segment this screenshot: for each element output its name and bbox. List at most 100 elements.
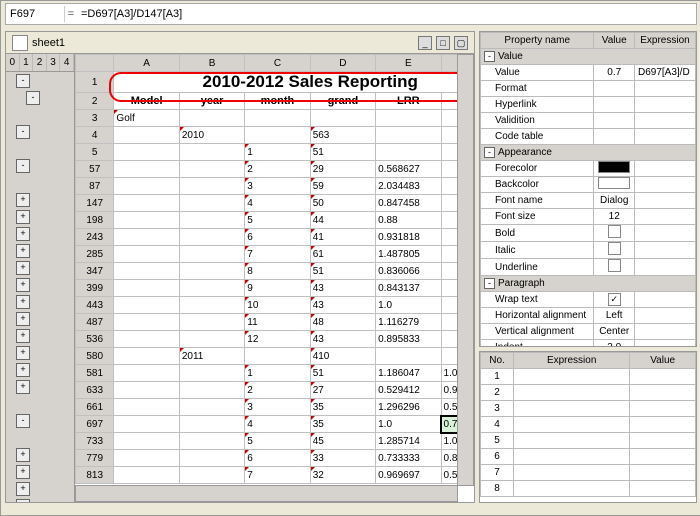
outline-toggle[interactable]: +: [16, 363, 30, 377]
outline-level-4[interactable]: 4: [60, 54, 74, 71]
cell[interactable]: [114, 212, 179, 229]
col-header-B[interactable]: B: [179, 55, 244, 72]
cell[interactable]: 51: [310, 144, 375, 161]
prop-value[interactable]: [594, 177, 635, 193]
outline-toggle[interactable]: -: [16, 125, 30, 139]
row-header[interactable]: 285: [76, 246, 114, 263]
cell[interactable]: [114, 399, 179, 416]
row-header[interactable]: 443: [76, 297, 114, 314]
expr-expression[interactable]: [514, 401, 630, 417]
row-header[interactable]: 580: [76, 348, 114, 365]
cell[interactable]: 410: [310, 348, 375, 365]
outline-toggle[interactable]: +: [16, 278, 30, 292]
expr-value[interactable]: [630, 433, 696, 449]
row-header[interactable]: 779: [76, 450, 114, 467]
cell[interactable]: [179, 161, 244, 178]
cell[interactable]: 0.843137: [376, 280, 441, 297]
cell[interactable]: 50: [310, 195, 375, 212]
prop-value[interactable]: Dialog: [594, 193, 635, 209]
cell[interactable]: [114, 297, 179, 314]
cell[interactable]: 12: [245, 331, 310, 348]
restore-icon[interactable]: □: [436, 36, 450, 50]
cell[interactable]: [179, 212, 244, 229]
cell[interactable]: 61: [310, 246, 375, 263]
expr-expression[interactable]: [514, 417, 630, 433]
cell[interactable]: 2: [245, 161, 310, 178]
row-header[interactable]: 3: [76, 110, 114, 127]
outline-level-1[interactable]: 1: [20, 54, 34, 71]
prop-value[interactable]: 12: [594, 209, 635, 225]
cell[interactable]: [114, 178, 179, 195]
expr-expression[interactable]: [514, 481, 630, 497]
prop-value[interactable]: Center: [594, 324, 635, 340]
prop-group[interactable]: -Appearance: [481, 145, 696, 161]
outline-toggle[interactable]: +: [16, 465, 30, 479]
corner-cell[interactable]: [76, 55, 114, 72]
expr-value[interactable]: [630, 449, 696, 465]
prop-value[interactable]: [594, 225, 635, 242]
cell[interactable]: 27: [310, 382, 375, 399]
prop-value[interactable]: [594, 129, 635, 145]
prop-value[interactable]: 0.7: [594, 65, 635, 81]
spreadsheet-grid[interactable]: ABCDEF12010-2012 Sales Reporting2Modelye…: [75, 54, 474, 502]
cell[interactable]: [114, 365, 179, 382]
cell[interactable]: 35: [310, 416, 375, 433]
prop-group[interactable]: -Paragraph: [481, 276, 696, 292]
cell[interactable]: [114, 263, 179, 280]
outline-toggle[interactable]: +: [16, 227, 30, 241]
prop-group[interactable]: -Value: [481, 49, 696, 65]
cell[interactable]: 41: [310, 229, 375, 246]
cell[interactable]: 6: [245, 450, 310, 467]
cell[interactable]: [179, 178, 244, 195]
cell[interactable]: [179, 399, 244, 416]
cell[interactable]: [376, 348, 441, 365]
cell[interactable]: 563: [310, 127, 375, 144]
outline-pane[interactable]: 01234 ----++++++++++++-+++++++: [6, 54, 75, 502]
cell[interactable]: 7: [245, 467, 310, 484]
row-header[interactable]: 347: [76, 263, 114, 280]
cell[interactable]: [179, 246, 244, 263]
outline-level-2[interactable]: 2: [33, 54, 47, 71]
expr-expression[interactable]: [514, 385, 630, 401]
cell[interactable]: [114, 161, 179, 178]
prop-expr[interactable]: [634, 81, 695, 97]
cell[interactable]: 43: [310, 280, 375, 297]
cell[interactable]: [114, 195, 179, 212]
cell[interactable]: 7: [245, 246, 310, 263]
cell[interactable]: [179, 263, 244, 280]
minimize-icon[interactable]: _: [418, 36, 432, 50]
cell[interactable]: [179, 297, 244, 314]
cell[interactable]: [376, 144, 441, 161]
outline-toggle[interactable]: +: [16, 210, 30, 224]
prop-expr[interactable]: [634, 242, 695, 259]
cell[interactable]: 51: [310, 263, 375, 280]
expr-expression[interactable]: [514, 433, 630, 449]
prop-value[interactable]: [594, 242, 635, 259]
cell-reference[interactable]: F697: [6, 6, 65, 22]
cell[interactable]: [114, 127, 179, 144]
cell[interactable]: [114, 280, 179, 297]
cell[interactable]: [179, 450, 244, 467]
cell[interactable]: 8: [245, 263, 310, 280]
cell[interactable]: [114, 467, 179, 484]
cell[interactable]: [376, 127, 441, 144]
cell[interactable]: 44: [310, 212, 375, 229]
cell[interactable]: 0.895833: [376, 331, 441, 348]
sheet-tab[interactable]: sheet1: [32, 37, 65, 49]
cell[interactable]: 1.186047: [376, 365, 441, 382]
outline-toggle[interactable]: +: [16, 312, 30, 326]
cell[interactable]: 0.836066: [376, 263, 441, 280]
row-header[interactable]: 813: [76, 467, 114, 484]
prop-value[interactable]: [594, 161, 635, 177]
row-header[interactable]: 4: [76, 127, 114, 144]
cell[interactable]: 0.969697: [376, 467, 441, 484]
cell[interactable]: [179, 195, 244, 212]
prop-value[interactable]: [594, 97, 635, 113]
cell[interactable]: 0.88: [376, 212, 441, 229]
row-header[interactable]: 633: [76, 382, 114, 399]
row-header[interactable]: 536: [76, 331, 114, 348]
row-header[interactable]: 1: [76, 72, 114, 93]
cell[interactable]: [114, 416, 179, 433]
prop-value[interactable]: [594, 113, 635, 129]
prop-value[interactable]: [594, 81, 635, 97]
